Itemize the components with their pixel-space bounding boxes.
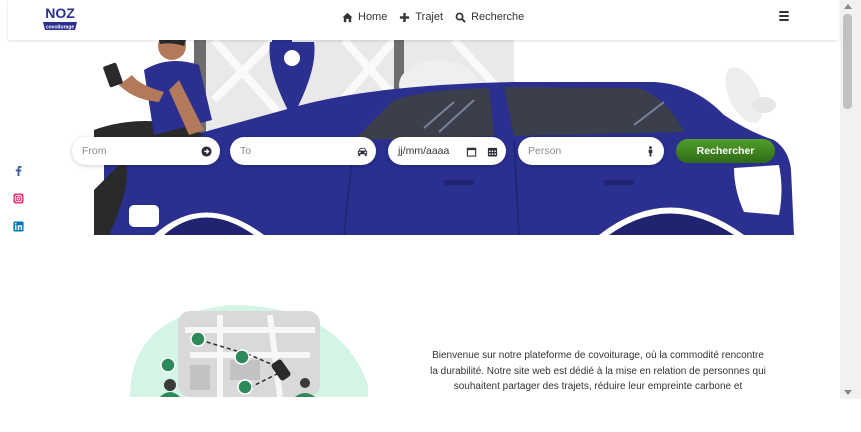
scroll-thumb[interactable] bbox=[843, 14, 852, 109]
from-input[interactable]: From bbox=[72, 137, 220, 165]
scroll-up-arrow[interactable] bbox=[844, 4, 852, 9]
nav-trajet[interactable]: Trajet bbox=[399, 11, 443, 23]
main-nav: Home Trajet Recherche bbox=[342, 11, 524, 23]
from-placeholder: From bbox=[82, 145, 107, 157]
plus-icon bbox=[400, 12, 410, 22]
to-input[interactable]: To bbox=[230, 137, 376, 165]
svg-text:covoiturage: covoiturage bbox=[46, 25, 75, 31]
nav-home-label: Home bbox=[358, 11, 388, 23]
car-icon bbox=[357, 147, 368, 156]
instagram-icon[interactable] bbox=[13, 193, 24, 204]
top-navbar: NOZ covoiturage Home Trajet Recherche bbox=[8, 0, 838, 40]
arrow-circle-right-icon bbox=[201, 145, 212, 157]
nav-recherche-label: Recherche bbox=[471, 11, 525, 23]
hamburger-icon[interactable] bbox=[779, 11, 789, 21]
nav-home[interactable]: Home bbox=[342, 11, 387, 23]
person-input[interactable]: Person bbox=[518, 137, 664, 165]
svg-text:NOZ: NOZ bbox=[45, 5, 75, 21]
person-placeholder: Person bbox=[528, 145, 562, 157]
page-scrollbar[interactable] bbox=[840, 0, 861, 399]
facebook-icon[interactable] bbox=[13, 165, 24, 176]
to-placeholder: To bbox=[240, 145, 252, 157]
date-input[interactable]: jj/mm/aaaa bbox=[388, 137, 506, 165]
calendar-native-icon[interactable] bbox=[466, 146, 477, 157]
calendar-icon bbox=[487, 147, 498, 157]
viewport-bottom bbox=[0, 399, 861, 432]
home-icon bbox=[342, 12, 353, 22]
intro-text: Bienvenue sur notre plateforme de covoit… bbox=[430, 350, 766, 392]
person-icon bbox=[648, 145, 653, 157]
scroll-down-arrow[interactable] bbox=[844, 390, 852, 395]
search-button[interactable]: Rechercher bbox=[676, 139, 775, 163]
noz-logo[interactable]: NOZ covoiturage bbox=[41, 3, 79, 33]
search-icon bbox=[455, 12, 466, 23]
carpool-map-illustration bbox=[130, 305, 370, 397]
nav-trajet-label: Trajet bbox=[415, 11, 444, 23]
linkedin-icon[interactable] bbox=[13, 221, 24, 232]
nav-recherche[interactable]: Recherche bbox=[455, 11, 524, 23]
date-placeholder: jj/mm/aaaa bbox=[398, 145, 450, 157]
